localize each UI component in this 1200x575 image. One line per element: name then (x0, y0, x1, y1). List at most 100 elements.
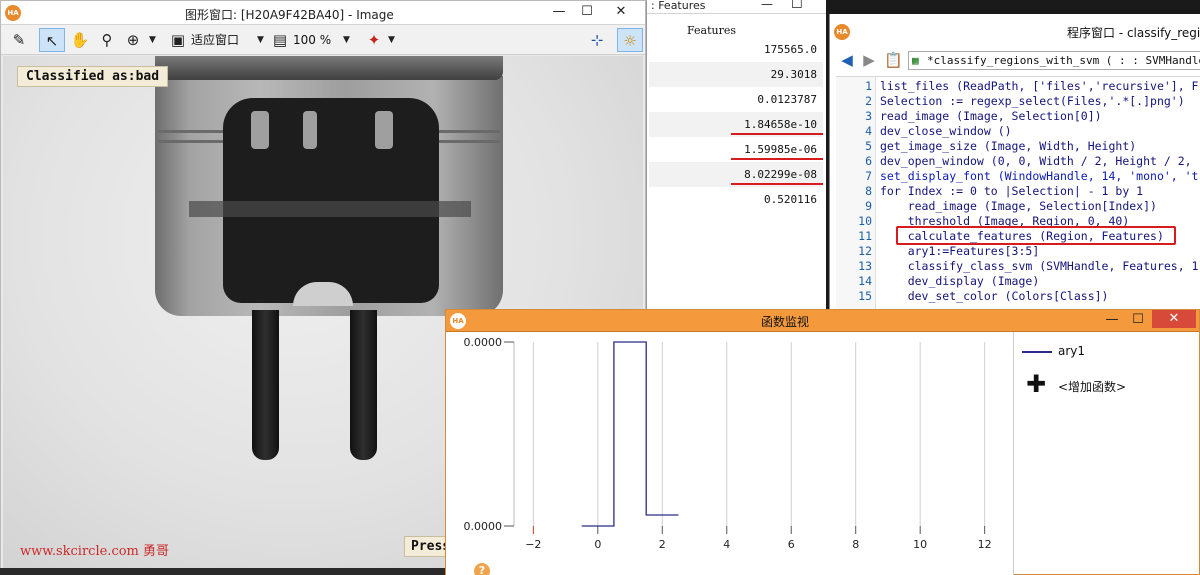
zoom-in-icon[interactable]: ⊕ (121, 28, 145, 52)
minimize-button[interactable]: — (1100, 311, 1124, 329)
lightbulb-icon[interactable]: ☼ (617, 28, 643, 52)
program-window: HA 程序窗口 - classify_regio ◀ ▶ 📋 ▦ *classi… (829, 14, 1200, 314)
monitor-chart-svg: −2 0 2 4 6 8 10 12 0.0000 0.0000 (464, 336, 992, 551)
monitor-titlebar[interactable]: HA 函数监视 — ☐ ✕ (446, 310, 1199, 332)
line-number: 13 (858, 259, 872, 273)
highlight-box (896, 226, 1176, 245)
zoom-fit-combo[interactable]: 适应窗口 (191, 30, 251, 50)
feature-value[interactable]: 0.520116 (649, 187, 823, 212)
x-tick-label: 2 (659, 538, 666, 551)
close-button[interactable]: ✕ (1152, 310, 1196, 328)
magnifier-icon[interactable]: ⚲ (95, 28, 119, 52)
line-number: 4 (865, 124, 872, 138)
minimize-button[interactable]: — (547, 3, 571, 21)
minimize-button[interactable]: — (761, 0, 773, 11)
color-picker-icon[interactable]: ✦ (363, 28, 385, 52)
monitor-window-title: 函数监视 (761, 315, 810, 329)
highlight-underline (731, 158, 823, 160)
monitor-legend: ary1 ✚ <增加函数> (1016, 334, 1196, 564)
maximize-button[interactable]: ☐ (1126, 311, 1150, 329)
lamp-rim-shape (155, 56, 503, 80)
function-monitor-window: HA 函数监视 — ☐ ✕ −2 0 2 4 6 8 10 12 0.0000 0.0000 ? … (445, 309, 1200, 575)
code-text: classify_class_svm (SVMHandle, Features,… (880, 259, 1199, 273)
line-number: 9 (865, 199, 872, 213)
halcon-logo-icon: HA (834, 24, 850, 40)
procedure-combo[interactable]: ▦ *classify_regions_with_svm ( : : SVMHa… (908, 51, 1200, 70)
code-text: dev_set_color (Colors[Class]) (880, 289, 1109, 303)
maximize-button[interactable]: ☐ (575, 3, 599, 21)
pan-hand-icon[interactable]: ✋ (67, 28, 93, 52)
plus-icon[interactable]: ✚ (1026, 372, 1046, 396)
halcon-logo-icon: HA (5, 5, 21, 21)
code-text: read_image (Image, Selection[Index]) (880, 199, 1157, 213)
procedure-icon: ▦ (912, 54, 919, 67)
line-number: 6 (865, 154, 872, 168)
feature-value[interactable]: 29.3018 (649, 62, 823, 87)
code-text: for Index := 0 to |Selection| - 1 by 1 (880, 184, 1144, 198)
maximize-button[interactable]: ☐ (791, 0, 803, 12)
watermark-text: www.skcircle.com 勇哥 (20, 544, 170, 559)
line-number: 14 (858, 274, 872, 288)
add-function-button[interactable]: <增加函数> (1058, 378, 1126, 395)
chevron-down-icon[interactable]: ▼ (388, 30, 395, 50)
forward-arrow-icon[interactable]: ▶ (860, 50, 878, 70)
code-text: list_files (ReadPath, ['files','recursiv… (880, 79, 1199, 93)
halcon-logo-icon: HA (450, 313, 466, 329)
monitor-plot[interactable]: −2 0 2 4 6 8 10 12 0.0000 0.0000 ? (446, 332, 1014, 575)
lamp-pin-right (350, 310, 377, 460)
program-toolbar: ◀ ▶ 📋 ▦ *classify_regions_with_svm ( : :… (830, 48, 1200, 72)
line-number: 8 (865, 184, 872, 198)
chevron-down-icon[interactable]: ▼ (257, 30, 264, 50)
edit-icon[interactable]: ✎ (7, 28, 31, 52)
lamp-pin-left (252, 310, 279, 460)
image-window-title: 图形窗口: [H20A9F42BA40] - Image (185, 8, 394, 22)
features-window-title: : Features (651, 0, 706, 12)
x-tick-label: −2 (525, 538, 541, 551)
pointer-icon[interactable]: ↖ (39, 28, 65, 52)
legend-series-swatch (1022, 351, 1052, 353)
y-tick-label: 0.0000 (464, 520, 503, 533)
legend-series-name: ary1 (1058, 344, 1086, 358)
line-number: 11 (858, 229, 872, 243)
features-titlebar[interactable]: : Features — ☐ (647, 0, 826, 14)
code-text: dev_close_window () (880, 124, 1012, 138)
zoom-percent-icon: ▤ (272, 31, 288, 49)
classified-label: Classified as:bad (17, 66, 169, 87)
feature-value[interactable]: 175565.0 (649, 37, 823, 62)
fit-window-icon[interactable]: ▣ (167, 28, 189, 52)
line-number: 1 (865, 79, 872, 93)
zoom-percent-combo[interactable]: 100 % (293, 30, 343, 50)
lamp-inner-ring (189, 201, 471, 217)
code-text: dev_open_window (0, 0, Width / 2, Height… (880, 154, 1192, 168)
code-text: read_image (Image, Selection[0]) (880, 109, 1102, 123)
highlight-underline (731, 133, 823, 135)
features-column-header: Features (687, 24, 737, 37)
chevron-down-icon[interactable]: ▼ (343, 30, 350, 50)
clipboard-icon[interactable]: 📋 (884, 50, 903, 70)
close-button[interactable]: ✕ (609, 3, 633, 21)
chevron-down-icon[interactable]: ▼ (149, 30, 156, 50)
code-text: get_image_size (Image, Width, Height) (880, 139, 1137, 153)
x-tick-label: 6 (788, 538, 795, 551)
line-number: 7 (865, 169, 872, 183)
line-number: 15 (858, 289, 872, 303)
desktop-strip (0, 568, 445, 575)
lamp-notch-shape (303, 111, 317, 149)
help-icon[interactable]: ? (474, 563, 490, 575)
x-tick-label: 10 (913, 538, 927, 551)
x-tick-label: 8 (852, 538, 859, 551)
line-number: 2 (865, 94, 872, 108)
highlight-underline (731, 183, 823, 185)
image-window-titlebar[interactable]: HA 图形窗口: [H20A9F42BA40] - Image — ☐ ✕ (1, 1, 645, 25)
back-arrow-icon[interactable]: ◀ (838, 50, 856, 70)
feature-value[interactable]: 0.0123787 (649, 87, 823, 112)
line-number: 5 (865, 139, 872, 153)
procedure-signature: *classify_regions_with_svm ( : : SVMHand… (927, 54, 1200, 67)
series-line-ary1 (581, 341, 679, 527)
image-toolbar: ✎ ↖ ✋ ⚲ ⊕ ▼ ▣ 适应窗口 ▼ ▤ 100 % ▼ ✦ ▼ ⊹ ☼ (1, 25, 645, 55)
program-titlebar[interactable]: HA 程序窗口 - classify_regio (830, 14, 1200, 48)
code-text: set_display_font (WindowHandle, 14, 'mon… (880, 169, 1199, 183)
code-editor[interactable]: 1 list_files (ReadPath, ['files','recursi… (836, 76, 1200, 314)
coordinate-axes-icon[interactable]: ⊹ (585, 28, 609, 52)
code-text: dev_display (Image) (880, 274, 1040, 288)
